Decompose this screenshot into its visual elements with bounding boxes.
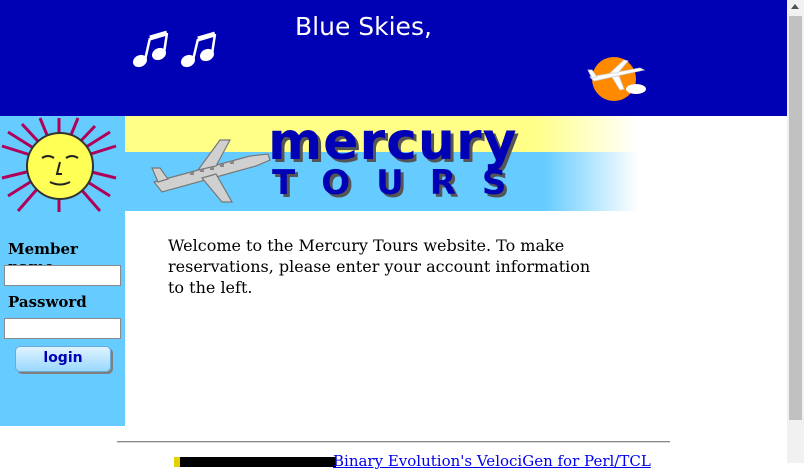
member-name-input[interactable] bbox=[4, 265, 121, 286]
banner-text: Blue Skies, bbox=[295, 12, 432, 41]
logo-subtitle: TOURS bbox=[272, 163, 533, 203]
footer-divider bbox=[117, 441, 670, 443]
scrollbar-thumb[interactable] bbox=[789, 16, 802, 420]
login-button[interactable]: login bbox=[15, 346, 111, 372]
top-banner: Blue Skies, bbox=[0, 0, 787, 116]
sun-face-icon bbox=[0, 116, 118, 213]
airplane-sun-icon bbox=[587, 57, 646, 101]
password-input[interactable] bbox=[4, 318, 121, 339]
velocigen-link[interactable]: Binary Evolution's VelociGen for Perl/TC… bbox=[333, 452, 651, 470]
scroll-up-arrow-icon[interactable] bbox=[791, 4, 799, 9]
music-notes-icon bbox=[132, 30, 217, 68]
airplane-icon bbox=[151, 139, 271, 203]
login-sidebar: Member name Password login bbox=[0, 116, 125, 426]
password-label: Password bbox=[8, 293, 87, 311]
welcome-text: Welcome to the Mercury Tours website. To… bbox=[168, 236, 591, 297]
vertical-scrollbar[interactable] bbox=[787, 0, 804, 463]
velocigen-badge[interactable] bbox=[174, 457, 336, 467]
